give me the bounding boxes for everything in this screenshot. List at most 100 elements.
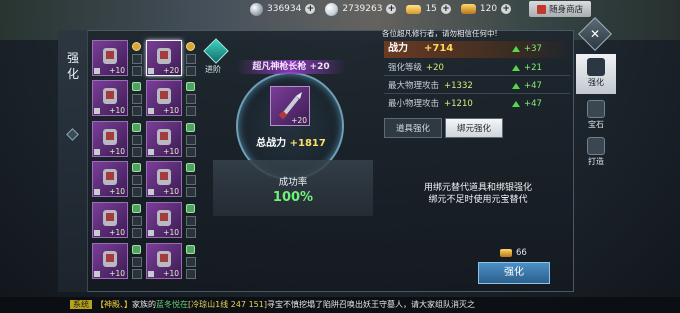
- add-silver-icon[interactable]: +: [305, 4, 316, 14]
- gauntlets-icon: [157, 88, 171, 104]
- nav-tab-gem[interactable]: 宝石: [576, 96, 616, 136]
- slot-checkbox[interactable]: [186, 257, 196, 267]
- total-power-value: +1817: [289, 138, 326, 149]
- nav-tab-forge[interactable]: 打造: [576, 133, 616, 173]
- stat-value: +1332: [444, 81, 473, 91]
- equipment-level: +10: [163, 269, 179, 278]
- stat-row-max-attack: 最大物理攻击 +1332 +47: [384, 78, 570, 94]
- chat-location: [冷琼山1线 247 151]: [188, 300, 267, 309]
- slot-flag-icon: [148, 271, 154, 277]
- slot-checkbox[interactable]: [186, 66, 196, 76]
- slot-checkbox[interactable]: [132, 94, 142, 104]
- enhance-button[interactable]: 强化: [478, 262, 550, 284]
- equipment-level: +10: [109, 147, 125, 156]
- slot-checkbox[interactable]: [132, 175, 142, 185]
- side-title-bar: 强化: [58, 30, 88, 292]
- diamond-ornament-icon: [66, 128, 79, 141]
- slot-checkbox[interactable]: [132, 257, 142, 267]
- nav-tab-enhance[interactable]: 强化: [576, 54, 616, 94]
- slot-flag-icon: [94, 230, 100, 236]
- success-rate-box: [213, 160, 373, 216]
- slot-checkbox[interactable]: [186, 135, 196, 145]
- stat-increase: +37: [524, 44, 542, 54]
- enhance-hint: 用绑元替代道具和绑银强化 绑元不足时使用元宝替代: [388, 182, 568, 206]
- add-gold-icon[interactable]: +: [501, 4, 512, 14]
- slot-checkbox[interactable]: [132, 147, 142, 157]
- add-ingot-icon[interactable]: +: [440, 4, 451, 14]
- hammer-icon: [587, 58, 605, 76]
- slot-checkbox[interactable]: [132, 228, 142, 238]
- upgrade-badge-icon: [186, 163, 195, 172]
- slot-checkbox[interactable]: [132, 106, 142, 116]
- equipment-slot-leg-guards[interactable]: +10: [92, 161, 128, 197]
- slot-checkbox[interactable]: [186, 216, 196, 226]
- equipment-slot-belt[interactable]: +10: [146, 121, 182, 157]
- equipment-slot-spear[interactable]: +20: [146, 40, 182, 76]
- slot-checkbox[interactable]: [186, 228, 196, 238]
- upgrade-badge-icon: [132, 123, 141, 132]
- stat-name: 强化等级: [388, 63, 423, 73]
- equipment-level: +10: [109, 106, 125, 115]
- chat-ticker[interactable]: 系统 【神殿、】家族的蓝冬悦在[冷琼山1线 247 151]寻宝不慎挖塌了陷阱召唤…: [0, 297, 680, 313]
- stat-value: +714: [424, 43, 454, 54]
- equipment-slot-gauntlets[interactable]: +10: [146, 80, 182, 116]
- advance-label: 进阶: [205, 65, 221, 74]
- equipment-level: +10: [163, 147, 179, 156]
- slot-flag-icon: [94, 108, 100, 114]
- slot-checkbox[interactable]: [132, 135, 142, 145]
- tab-item-enhance[interactable]: 道具强化: [384, 118, 442, 138]
- stat-value: +1210: [444, 99, 473, 109]
- gem-icon: [587, 100, 605, 118]
- equipment-slot-helmet[interactable]: +10: [92, 121, 128, 157]
- total-power-label: 总战力: [256, 138, 287, 149]
- equipment-level: +10: [109, 269, 125, 278]
- shop-icon: [537, 4, 547, 14]
- upgrade-badge-icon: [132, 42, 141, 51]
- success-rate-label: 成功率: [278, 177, 308, 188]
- stat-increase: +47: [524, 99, 542, 109]
- slot-checkbox[interactable]: [186, 106, 196, 116]
- success-rate-value: 100%: [272, 190, 314, 205]
- portable-shop-button[interactable]: 随身商店: [529, 1, 592, 17]
- hint-line-1: 用绑元替代道具和绑银强化: [423, 183, 532, 193]
- equipment-slot-cloak[interactable]: +10: [146, 161, 182, 197]
- up-arrow-icon: [512, 101, 520, 107]
- slot-checkbox[interactable]: [132, 66, 142, 76]
- anvil-icon: [587, 137, 605, 155]
- equipment-slot-armor-chest[interactable]: +10: [92, 40, 128, 76]
- slot-checkbox[interactable]: [132, 187, 142, 197]
- armor-chest-icon: [103, 48, 117, 64]
- slot-checkbox[interactable]: [186, 147, 196, 157]
- upgrade-badge-icon: [132, 163, 141, 172]
- slot-checkbox[interactable]: [186, 187, 196, 197]
- equipment-level: +10: [163, 228, 179, 237]
- slot-flag-icon: [94, 68, 100, 74]
- slot-checkbox[interactable]: [186, 269, 196, 279]
- selected-item-level: +20: [291, 116, 307, 125]
- equipment-slot-ring[interactable]: +10: [146, 243, 182, 279]
- equipment-slot-bracer[interactable]: +10: [92, 243, 128, 279]
- slot-checkbox[interactable]: [132, 269, 142, 279]
- slot-checkbox[interactable]: [132, 216, 142, 226]
- ingot-resource: 15 +: [406, 4, 451, 14]
- equipment-slot-boots[interactable]: +10: [92, 202, 128, 238]
- slot-checkbox[interactable]: [186, 54, 196, 64]
- add-diamond-icon[interactable]: +: [386, 4, 397, 14]
- tab-bound-yuan-enhance[interactable]: 绑元强化: [445, 118, 503, 138]
- up-arrow-icon: [512, 46, 520, 52]
- bound-yuan-icon: [500, 249, 512, 257]
- slot-checkbox[interactable]: [132, 54, 142, 64]
- equipment-slot-necklace[interactable]: +10: [146, 202, 182, 238]
- up-arrow-icon: [512, 65, 520, 71]
- slot-checkbox[interactable]: [186, 175, 196, 185]
- upgrade-badge-icon: [132, 204, 141, 213]
- upgrade-badge-icon: [186, 245, 195, 254]
- leg-guards-icon: [103, 169, 117, 185]
- slot-checkbox[interactable]: [186, 94, 196, 104]
- notice-text: 各位超凡修行者，请勿相信任何中!: [382, 29, 498, 38]
- equipment-slot-shoulder-pads[interactable]: +10: [92, 80, 128, 116]
- chat-channel-badge: 系统: [70, 300, 92, 309]
- selected-item-slot[interactable]: +20: [270, 86, 310, 126]
- silver-amount: 336934: [267, 4, 302, 14]
- silver-resource: 336934 +: [250, 2, 316, 16]
